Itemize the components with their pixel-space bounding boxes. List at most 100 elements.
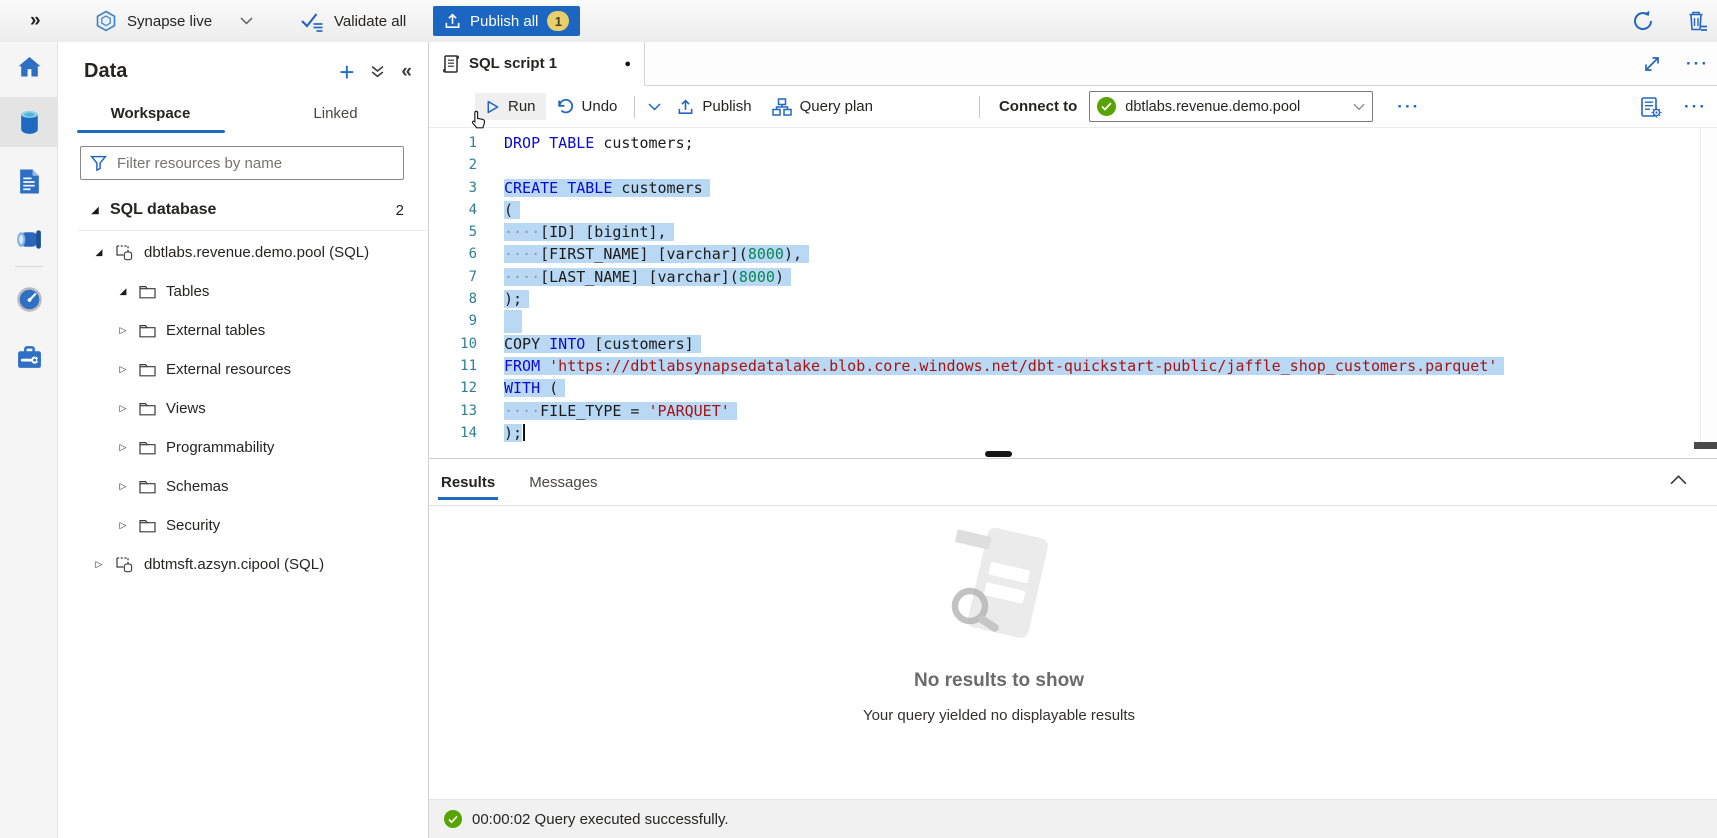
- chevron-down-icon[interactable]: [240, 17, 253, 25]
- query-plan-label: Query plan: [800, 98, 873, 115]
- publish-all-label: Publish all: [470, 13, 538, 30]
- code-editor[interactable]: 1DROP TABLE customers;23CREATE TABLE cus…: [429, 128, 1717, 450]
- code-line[interactable]: 1DROP TABLE customers;: [429, 132, 1717, 154]
- tree-item-security[interactable]: ▷Security: [58, 506, 428, 545]
- code-line[interactable]: 11FROM 'https://dbtlabsynapsedatalake.bl…: [429, 355, 1717, 377]
- tab-linked[interactable]: Linked: [243, 93, 428, 133]
- expand-twisty-icon[interactable]: ▷: [92, 559, 106, 570]
- expand-twisty-icon[interactable]: ▷: [116, 364, 130, 375]
- code-line[interactable]: 3CREATE TABLE customers: [429, 177, 1717, 199]
- sidebar-item-manage[interactable]: [0, 332, 58, 382]
- code-line[interactable]: 6····[FIRST_NAME] [varchar](8000),: [429, 243, 1717, 265]
- publish-all-button[interactable]: Publish all 1: [433, 6, 580, 36]
- code-line-text: [504, 310, 522, 332]
- tree-item-dbtmsft-azsyn-cipool-sql[interactable]: ▷dbtmsft.azsyn.cipool (SQL): [58, 545, 428, 584]
- tree-item-tables[interactable]: ◢ Tables: [58, 272, 428, 311]
- code-line[interactable]: 13····FILE_TYPE = 'PARQUET': [429, 400, 1717, 422]
- code-line[interactable]: 9: [429, 310, 1717, 332]
- collapse-twisty-icon[interactable]: ◢: [116, 286, 130, 297]
- tab-workspace[interactable]: Workspace: [58, 93, 243, 133]
- undo-label: Undo: [582, 98, 618, 115]
- tree-item-dbtlabs-revenue-demo-pool-sql[interactable]: ◢ dbtlabs.revenue.demo.pool (SQL): [58, 233, 428, 272]
- tree-item-schemas[interactable]: ▷Schemas: [58, 467, 428, 506]
- sidebar-item-data[interactable]: [0, 97, 58, 147]
- code-line[interactable]: 10COPY INTO [customers]: [429, 333, 1717, 355]
- selection-highlight: WITH (: [504, 379, 565, 397]
- tab-sql-script-1[interactable]: SQL script 1 ●: [429, 42, 645, 86]
- sidebar-item-develop[interactable]: [0, 156, 58, 206]
- expand-twisty-icon[interactable]: ▷: [116, 481, 130, 492]
- code-line[interactable]: 12WITH (: [429, 377, 1717, 399]
- line-number: 5: [429, 221, 477, 243]
- tree-item-programmability[interactable]: ▷Programmability: [58, 428, 428, 467]
- editor-vertical-scrollbar[interactable]: [1700, 128, 1717, 450]
- double-chevron-down-icon[interactable]: [370, 64, 385, 79]
- run-button[interactable]: Run: [475, 93, 546, 120]
- code-line-text: );: [504, 288, 529, 310]
- collapse-results-icon[interactable]: [1670, 475, 1687, 485]
- sql-database-section[interactable]: ◢ SQL database 2: [58, 190, 428, 230]
- line-number: 10: [429, 333, 477, 355]
- expand-twisty-icon[interactable]: ▷: [116, 403, 130, 414]
- expand-rail-icon[interactable]: »: [30, 0, 41, 42]
- tree-item-label: Tables: [166, 283, 209, 300]
- sql-script-icon: [442, 54, 460, 74]
- success-icon: [444, 810, 462, 828]
- collapse-twisty-icon[interactable]: ◢: [88, 205, 102, 216]
- tree-item-label: Views: [166, 400, 206, 417]
- code-line[interactable]: 8);: [429, 288, 1717, 310]
- tab-results[interactable]: Results: [438, 459, 498, 505]
- undo-button[interactable]: Undo: [546, 93, 628, 120]
- expand-twisty-icon[interactable]: ▷: [116, 325, 130, 336]
- code-line[interactable]: 2: [429, 154, 1717, 176]
- tree-item-external-resources[interactable]: ▷External resources: [58, 350, 428, 389]
- sidebar-item-monitor[interactable]: [0, 274, 58, 324]
- line-number: 6: [429, 243, 477, 265]
- editor-more-icon[interactable]: ···: [1684, 98, 1707, 115]
- folder-icon: [139, 480, 156, 494]
- discard-all-icon[interactable]: [1686, 9, 1709, 33]
- publish-button[interactable]: Publish: [667, 93, 761, 121]
- more-actions-icon[interactable]: ···: [1686, 55, 1709, 72]
- code-lines: 1DROP TABLE customers;23CREATE TABLE cus…: [429, 132, 1717, 444]
- connected-check-icon: [1097, 97, 1116, 116]
- section-count: 2: [396, 202, 404, 219]
- develop-icon: [18, 168, 41, 195]
- tree-item-label: dbtlabs.revenue.demo.pool (SQL): [144, 244, 369, 261]
- publish-label: Publish: [702, 98, 751, 115]
- script-properties-icon[interactable]: [1640, 96, 1662, 118]
- sidebar-item-home[interactable]: [0, 42, 58, 92]
- editor-results-splitter: [429, 450, 1717, 459]
- expand-twisty-icon[interactable]: ▷: [116, 520, 130, 531]
- collapse-panel-icon[interactable]: «: [401, 61, 412, 83]
- tab-messages[interactable]: Messages: [526, 459, 600, 505]
- expand-editor-icon[interactable]: [1642, 54, 1662, 74]
- expand-twisty-icon[interactable]: ▷: [116, 442, 130, 453]
- tree-item-external-tables[interactable]: ▷External tables: [58, 311, 428, 350]
- results-tab-row: Results Messages: [429, 459, 1717, 506]
- text-cursor: [523, 424, 525, 441]
- selection-highlight: CREATE TABLE customers: [504, 179, 710, 197]
- toolbar-more-icon[interactable]: ···: [1397, 98, 1420, 115]
- environment-selector[interactable]: Synapse live: [95, 0, 253, 42]
- tree-item-views[interactable]: ▷ Views: [58, 389, 428, 428]
- results-panel-resize-handle[interactable]: [985, 451, 1012, 457]
- code-line-text: DROP TABLE customers;: [504, 132, 694, 154]
- folder-icon: [139, 519, 156, 533]
- connect-to-dropdown[interactable]: dbtlabs.revenue.demo.pool: [1089, 91, 1373, 122]
- validate-all-button[interactable]: Validate all: [300, 0, 406, 42]
- code-line[interactable]: 14);: [429, 422, 1717, 444]
- refresh-icon[interactable]: [1631, 9, 1655, 33]
- filter-resources-input[interactable]: [80, 146, 404, 180]
- sidebar-item-integrate[interactable]: [0, 214, 58, 264]
- code-line[interactable]: 4(: [429, 199, 1717, 221]
- collapse-twisty-icon[interactable]: ◢: [92, 247, 106, 258]
- editor-horizontal-scrollbar-thumb[interactable]: [1694, 442, 1717, 449]
- code-line[interactable]: 7····[LAST_NAME] [varchar](8000): [429, 266, 1717, 288]
- upload-icon: [444, 12, 461, 30]
- query-plan-button[interactable]: Query plan: [762, 93, 883, 121]
- undo-redo-chevron-icon[interactable]: [642, 98, 667, 116]
- code-line-text: (: [504, 199, 520, 221]
- code-line[interactable]: 5····[ID] [bigint],: [429, 221, 1717, 243]
- add-resource-icon[interactable]: +: [339, 62, 354, 82]
